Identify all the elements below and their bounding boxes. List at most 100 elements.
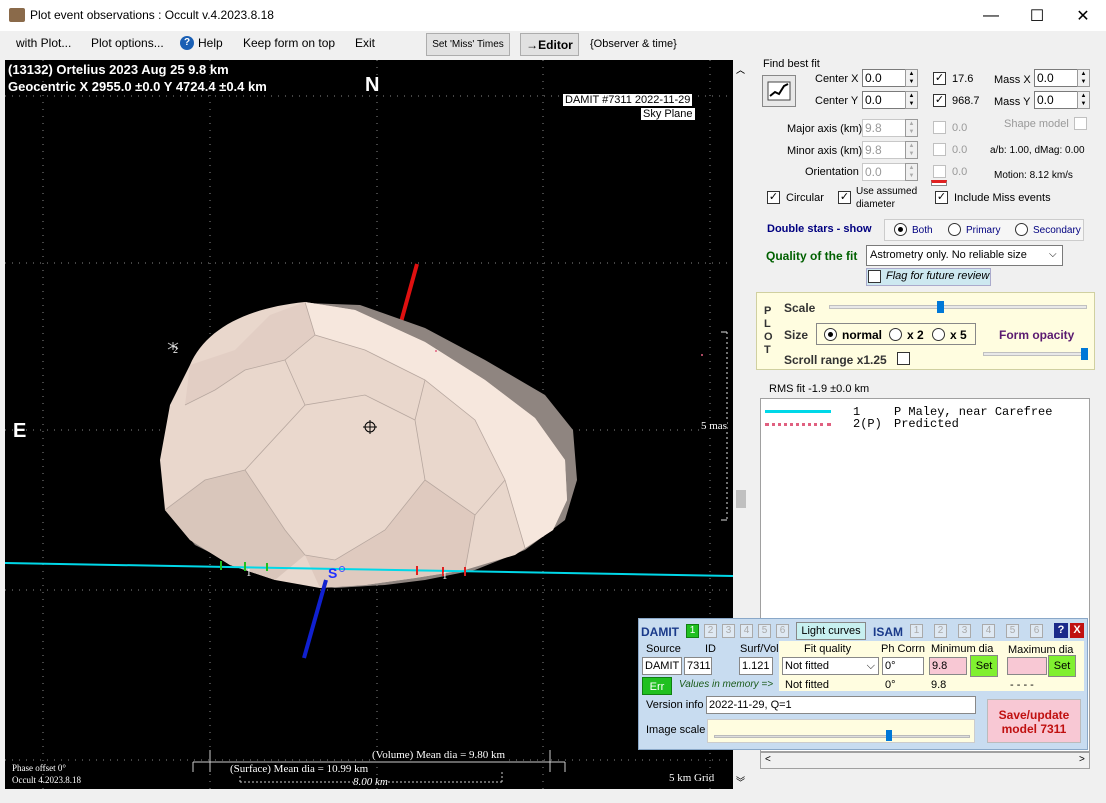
isam-tab-4[interactable]: 4	[982, 624, 995, 638]
surf-vol-label: Surf/Vol	[740, 643, 779, 655]
help-icon[interactable]: ?	[1054, 623, 1068, 638]
include-miss-label: Include Miss events	[954, 192, 1051, 204]
menu-keep-on-top[interactable]: Keep form on top	[243, 36, 335, 50]
size-x5-radio[interactable]	[932, 328, 945, 341]
asteroid-shape	[160, 301, 577, 588]
plot-canvas[interactable]: (13132) Ortelius 2023 Aug 25 9.8 km Geoc…	[5, 60, 733, 789]
south-pole-line	[302, 579, 328, 659]
surf-vol-field[interactable]: 1.121	[739, 657, 773, 675]
set-min-button[interactable]: Set	[970, 655, 998, 677]
color-swatch[interactable]	[931, 180, 947, 186]
isam-tab-3[interactable]: 3	[958, 624, 971, 638]
image-scale-slider[interactable]	[707, 719, 975, 743]
fit-quality-dropdown[interactable]: Not fitted ⌵	[782, 657, 879, 675]
chord-label-a: 1	[246, 567, 252, 579]
panel-scroll-down-icon[interactable]: ﹀	[736, 776, 745, 789]
flag-review-checkbox[interactable]	[868, 270, 881, 283]
scroll-range-checkbox[interactable]	[897, 352, 910, 365]
set-max-button[interactable]: Set	[1048, 655, 1076, 677]
scale-slider-thumb[interactable]	[936, 301, 944, 313]
form-opacity-slider-thumb[interactable]	[1080, 348, 1088, 360]
major-axis-spinner[interactable]: ▲ ▼	[905, 119, 918, 137]
mass-x-spinner[interactable]: ▲ ▼	[1077, 69, 1090, 87]
isam-tab-2[interactable]: 2	[934, 624, 947, 638]
damit-tab-3[interactable]: 3	[722, 624, 735, 638]
use-assumed-checkbox[interactable]: ✓	[838, 191, 851, 204]
secondary-radio[interactable]	[1015, 223, 1028, 236]
scroll-right-icon[interactable]: >	[1079, 754, 1085, 765]
observer-time-label[interactable]: {Observer & time}	[590, 38, 677, 50]
legend-line-predicted	[765, 423, 831, 426]
mass-y-spinner[interactable]: ▲ ▼	[1077, 91, 1090, 109]
major-axis-checkbox[interactable]	[933, 121, 946, 134]
close-button[interactable]: ✕	[1060, 0, 1106, 31]
size-normal-label: normal	[842, 328, 883, 342]
isam-tab-6[interactable]: 6	[1030, 624, 1043, 638]
menu-bar: with Plot... Plot options... ? Help Keep…	[0, 31, 1106, 59]
version-info-field[interactable]: 2022-11-29, Q=1	[706, 696, 976, 714]
center-x-spinner[interactable]: ▲ ▼	[905, 69, 918, 87]
orientation-input[interactable]: 0.0	[862, 163, 906, 181]
legend-line-observed	[765, 410, 831, 413]
editor-button[interactable]: →Editor	[520, 33, 579, 56]
damit-tab-5[interactable]: 5	[758, 624, 771, 638]
chevron-down-icon: ⌵	[1049, 249, 1057, 260]
form-opacity-slider[interactable]	[983, 352, 1088, 356]
shape-model-checkbox[interactable]	[1074, 117, 1087, 130]
source-label: Source	[646, 643, 681, 655]
menu-help[interactable]: ? Help	[180, 36, 223, 50]
save-update-model-button[interactable]: Save/update model 7311	[987, 699, 1081, 743]
err-button[interactable]: Err	[642, 677, 672, 695]
scroll-thumb[interactable]	[736, 490, 746, 508]
major-axis-label: Major axis (km)	[787, 123, 863, 135]
include-miss-checkbox[interactable]: ✓	[935, 191, 948, 204]
menu-plot-options[interactable]: Plot options...	[91, 36, 164, 50]
min-dia-field[interactable]: 9.8	[929, 657, 967, 675]
both-radio[interactable]	[894, 223, 907, 236]
menu-exit[interactable]: Exit	[355, 36, 375, 50]
minor-axis-input[interactable]: 9.8	[862, 141, 906, 159]
center-x-checkbox[interactable]: ✓	[933, 72, 946, 85]
primary-radio[interactable]	[948, 223, 961, 236]
center-y-spinner[interactable]: ▲ ▼	[905, 91, 918, 109]
center-y-input[interactable]: 0.0	[862, 91, 906, 109]
find-best-fit-button[interactable]	[762, 75, 796, 107]
minor-axis-spinner[interactable]: ▲ ▼	[905, 141, 918, 159]
eight-km-label: 8.00 km	[353, 776, 388, 788]
maximize-button[interactable]: ☐	[1014, 0, 1060, 31]
minimize-button[interactable]: —	[968, 0, 1014, 31]
damit-tab-1[interactable]: 1	[686, 624, 699, 638]
damit-tab-6[interactable]: 6	[776, 624, 789, 638]
major-axis-input[interactable]: 9.8	[862, 119, 906, 137]
isam-tab-5[interactable]: 5	[1006, 624, 1019, 638]
chevron-down-icon: ⌵	[866, 660, 875, 672]
panel-scroll-up-icon[interactable]: ︿	[736, 63, 745, 76]
scale-slider[interactable]	[829, 305, 1087, 309]
circular-checkbox[interactable]: ✓	[767, 191, 780, 204]
image-scale-thumb[interactable]	[886, 730, 892, 741]
minor-axis-checkbox[interactable]	[933, 143, 946, 156]
ph-corr-field[interactable]: 0°	[882, 657, 924, 675]
both-label: Both	[912, 225, 933, 236]
quality-dropdown[interactable]: Astrometry only. No reliable size ⌵	[866, 245, 1063, 266]
orientation-spinner[interactable]: ▲ ▼	[905, 163, 918, 181]
center-x-input[interactable]: 0.0	[862, 69, 906, 87]
mass-y-input[interactable]: 0.0	[1034, 91, 1078, 109]
center-y-checkbox[interactable]: ✓	[933, 94, 946, 107]
max-dia-field[interactable]	[1007, 657, 1047, 675]
legend-hscrollbar[interactable]: < >	[760, 752, 1090, 769]
close-icon[interactable]: X	[1070, 623, 1084, 638]
light-curves-button[interactable]: Light curves	[796, 622, 866, 640]
isam-tab-1[interactable]: 1	[910, 624, 923, 638]
mass-x-input[interactable]: 0.0	[1034, 69, 1078, 87]
id-field[interactable]: 7311	[684, 657, 712, 675]
source-field[interactable]: DAMIT	[642, 657, 682, 675]
damit-tab-2[interactable]: 2	[704, 624, 717, 638]
orientation-checkbox[interactable]	[933, 165, 946, 178]
size-normal-radio[interactable]	[824, 328, 837, 341]
size-x2-radio[interactable]	[889, 328, 902, 341]
scroll-left-icon[interactable]: <	[765, 754, 771, 765]
set-miss-times-button[interactable]: Set 'Miss' Times	[426, 33, 510, 56]
damit-tab-4[interactable]: 4	[740, 624, 753, 638]
menu-with-plot[interactable]: with Plot...	[16, 36, 71, 50]
